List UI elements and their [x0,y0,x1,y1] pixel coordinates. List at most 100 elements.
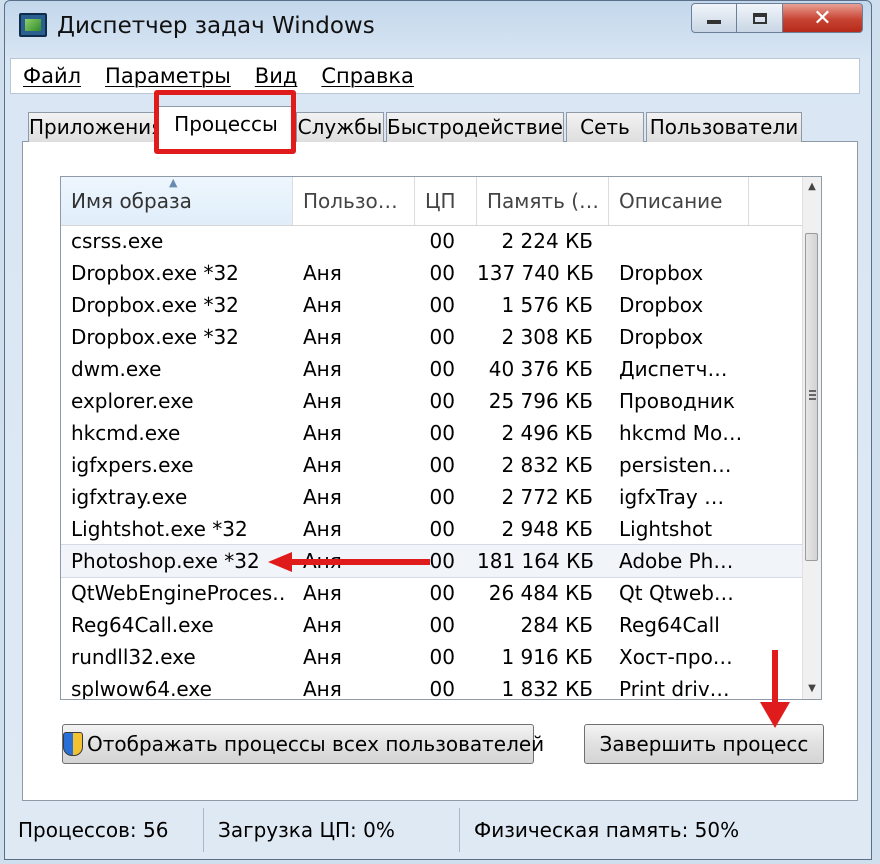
cell-user: Аня [303,517,342,541]
column-header-label: Имя образа [71,189,192,213]
cell-description: Проводник [619,389,735,413]
cell-description: igfxTray … [619,485,725,509]
cell-user: Аня [303,389,342,413]
cell-memory: 284 КБ [520,613,593,637]
scroll-up-arrow-icon[interactable]: ▲ [803,177,821,197]
table-row[interactable]: Photoshop.exe *32Аня00181 164 КБAdobe Ph… [61,544,806,578]
show-all-users-processes-button[interactable]: Отображать процессы всех пользователей [62,724,544,764]
menu-view[interactable]: Вид [255,64,298,88]
grip-icon [809,390,816,392]
table-row[interactable]: hkcmd.exe Аня 00 2 496 КБ hkcmd Mo… [61,417,805,449]
end-process-button[interactable]: Завершить процесс [584,724,824,764]
cell-user: Аня [303,261,342,285]
maximize-button[interactable] [737,3,783,33]
vertical-scrollbar[interactable]: ▲ ▼ [802,177,821,699]
cell-memory: 40 376 КБ [488,357,593,381]
column-header-image-name[interactable]: ▲ Имя образа [61,177,293,225]
menu-bar: Файл Параметры Вид Справка [10,58,860,94]
cell-image-name: igfxtray.exe [71,485,188,509]
cell-description: Qt Qtweb… [619,581,734,605]
minimize-icon [707,20,721,24]
scroll-down-arrow-icon[interactable]: ▼ [803,679,821,699]
table-row[interactable]: igfxtray.exe Аня 00 2 772 КБ igfxTray … [61,481,805,513]
cell-memory: 25 796 КБ [488,389,593,413]
close-button[interactable]: ✕ [783,3,863,33]
tab-applications[interactable]: Приложения [28,112,156,142]
tab-network[interactable]: Сеть [566,112,644,142]
cell-memory: 137 740 КБ [477,261,593,285]
menu-file[interactable]: Файл [23,64,81,88]
table-row[interactable]: dwm.exe Аня 00 40 376 КБ Диспетч… [61,353,805,385]
status-bar: Процессов: 56 Загрузка ЦП: 0% Физическая… [4,808,872,852]
column-header-cpu[interactable]: ЦП [415,177,477,225]
sort-ascending-icon: ▲ [169,177,178,189]
table-row[interactable]: igfxpers.exe Аня 00 2 832 КБ persisten… [61,449,805,481]
red-arrow-down-annotation [760,650,790,728]
minimize-button[interactable] [691,3,737,33]
list-header: ▲ Имя образа Пользо… ЦП Память (… Описан… [61,177,805,226]
table-row[interactable]: explorer.exe Аня 00 25 796 КБ Проводник [61,385,805,417]
scroll-thumb[interactable] [805,233,818,561]
table-row[interactable]: Dropbox.exe *32 Аня 00 1 576 КБ Dropbox [61,289,805,321]
cell-image-name: igfxpers.exe [71,453,194,477]
cell-user: Аня [303,325,342,349]
cell-memory: 2 496 КБ [501,421,593,445]
menu-help[interactable]: Справка [321,64,414,88]
table-row[interactable]: Lightshot.exe *32 Аня 00 2 948 КБ Lightshot [61,513,805,545]
task-manager-app-icon [19,13,47,37]
show-all-button-label: Отображать процессы всех пользователей [87,732,545,756]
cell-memory: 2 224 КБ [501,229,593,253]
table-row[interactable]: Dropbox.exe *32 Аня 00 2 308 КБ Dropbox [61,321,805,353]
caption-buttons: ✕ [691,3,863,33]
table-row[interactable]: QtWebEngineProces… Аня 00 26 484 КБ Qt Qtweb… [61,577,805,609]
maximize-icon [752,12,767,24]
cell-user: Аня [303,357,342,381]
cell-memory: 1 832 КБ [501,677,593,700]
cell-cpu: 00 [429,581,455,605]
cell-user: Аня [303,645,342,669]
column-header-user[interactable]: Пользо… [293,177,415,225]
cell-description: Dropbox [619,325,704,349]
table-row[interactable]: csrss.exe 00 2 224 КБ [61,225,805,257]
cell-image-name: splwow64.exe [71,677,212,700]
table-row[interactable]: Reg64Call.exe Аня 00 284 КБ Reg64Call [61,609,805,641]
column-header-description[interactable]: Описание [609,177,749,225]
cell-image-name: Reg64Call.exe [71,613,214,637]
uac-shield-icon [63,731,83,756]
column-header-memory[interactable]: Память (… [477,177,609,225]
cell-user: Аня [303,485,342,509]
cell-cpu: 00 [429,677,455,700]
cell-user: Аня [303,453,342,477]
cell-description: Dropbox [619,293,704,317]
status-memory: Физическая память: 50% [474,818,740,842]
tab-services[interactable]: Службы [296,112,384,142]
cell-image-name: QtWebEngineProces… [71,581,287,605]
cell-description: hkcmd Mo… [619,421,743,445]
cell-memory: 26 484 КБ [488,581,593,605]
menu-options[interactable]: Параметры [105,64,231,88]
cell-memory: 181 164 КБ [477,549,593,573]
cell-cpu: 00 [429,517,455,541]
table-row[interactable]: rundll32.exe Аня 00 1 916 КБ Хост-про… [61,641,805,673]
table-row[interactable]: Dropbox.exe *32 Аня 00 137 740 КБ Dropbox [61,257,805,289]
cell-image-name: Dropbox.exe *32 [71,261,239,285]
process-list[interactable]: ▲ Имя образа Пользо… ЦП Память (… Описан… [60,176,822,700]
status-processes: Процессов: 56 [4,808,204,852]
cell-image-name: csrss.exe [71,229,164,253]
cell-cpu: 00 [429,325,455,349]
cell-cpu: 00 [429,485,455,509]
cell-user [303,225,409,257]
cell-description: persisten… [619,453,732,477]
tab-users[interactable]: Пользователи [646,112,802,142]
table-row[interactable]: splwow64.exe Аня 00 1 832 КБ Print driv… [61,673,805,700]
red-arrow-left-annotation [268,552,430,572]
cell-description: Dropbox [619,261,704,285]
tab-performance[interactable]: Быстродействие [386,112,564,142]
cell-memory: 1 576 КБ [501,293,593,317]
cell-user: Аня [303,613,342,637]
cell-cpu: 00 [429,229,455,253]
cell-description [619,225,745,257]
title-bar[interactable]: Диспетчер задач Windows ✕ [5,1,871,53]
close-icon: ✕ [813,5,832,31]
highlight-box-processes-tab [154,90,296,154]
